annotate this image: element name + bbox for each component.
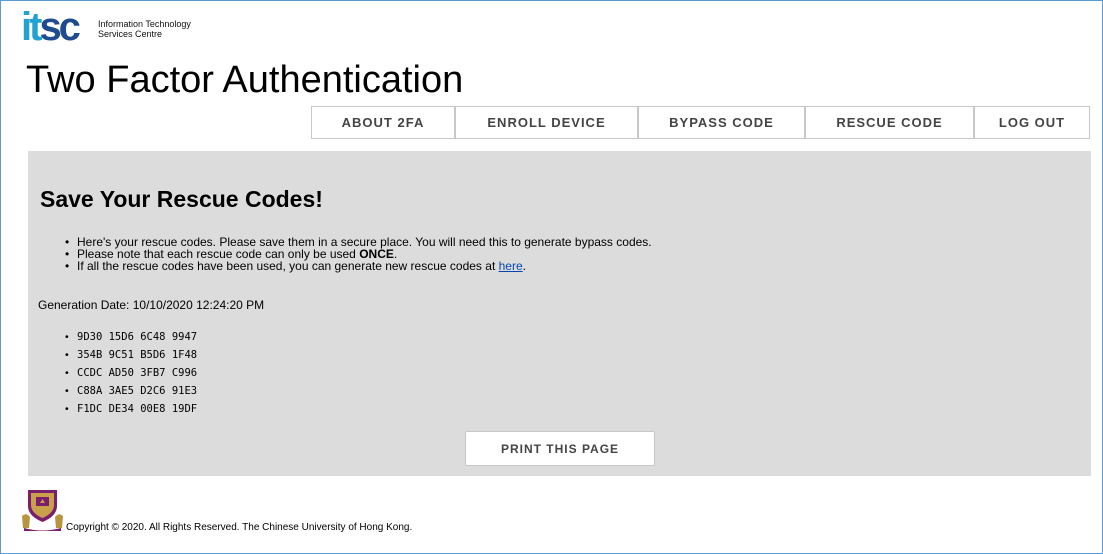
itsc-logo-mark: itsc bbox=[21, 5, 81, 49]
nav-enroll-device[interactable]: ENROLL DEVICE bbox=[455, 106, 638, 139]
logo-line1: Information Technology bbox=[98, 19, 191, 29]
rescue-code: 354B 9C51 B5D6 1F48 bbox=[65, 346, 197, 364]
logo-line2: Services Centre bbox=[98, 29, 163, 39]
info-list: Here's your rescue codes. Please save th… bbox=[65, 236, 652, 272]
section-heading: Save Your Rescue Codes! bbox=[40, 186, 323, 212]
logo-it: it bbox=[21, 5, 43, 49]
nav-about-2fa[interactable]: ABOUT 2FA bbox=[311, 106, 455, 139]
generate-here-link[interactable]: here bbox=[499, 259, 523, 273]
rescue-code: 9D30 15D6 6C48 9947 bbox=[65, 328, 197, 346]
copyright-text: Copyright © 2020. All Rights Reserved. T… bbox=[66, 522, 413, 533]
generation-date: Generation Date: 10/10/2020 12:24:20 PM bbox=[38, 298, 265, 312]
main-panel: Save Your Rescue Codes! Here's your resc… bbox=[28, 151, 1091, 476]
info-item: If all the rescue codes have been used, … bbox=[65, 260, 652, 272]
nav-bypass-code[interactable]: BYPASS CODE bbox=[638, 106, 805, 139]
rescue-code: CCDC AD50 3FB7 C996 bbox=[65, 364, 197, 382]
logo-sc: sc bbox=[39, 5, 80, 49]
page-title: Two Factor Authentication bbox=[26, 59, 464, 101]
print-page-button[interactable]: PRINT THIS PAGE bbox=[465, 431, 655, 466]
cuhk-seal-icon bbox=[22, 490, 63, 531]
rescue-code: C88A 3AE5 D2C6 91E3 bbox=[65, 382, 197, 400]
nav-rescue-code[interactable]: RESCUE CODE bbox=[805, 106, 974, 139]
info-text-end: . bbox=[522, 259, 526, 273]
info-text: If all the rescue codes have been used, … bbox=[77, 259, 499, 273]
logo-subtitle: Information Technology Services Centre bbox=[98, 19, 191, 39]
nav-log-out[interactable]: LOG OUT bbox=[974, 106, 1090, 139]
rescue-code: F1DC DE34 00E8 19DF bbox=[65, 400, 197, 418]
rescue-code-list: 9D30 15D6 6C48 9947 354B 9C51 B5D6 1F48 … bbox=[65, 328, 197, 418]
